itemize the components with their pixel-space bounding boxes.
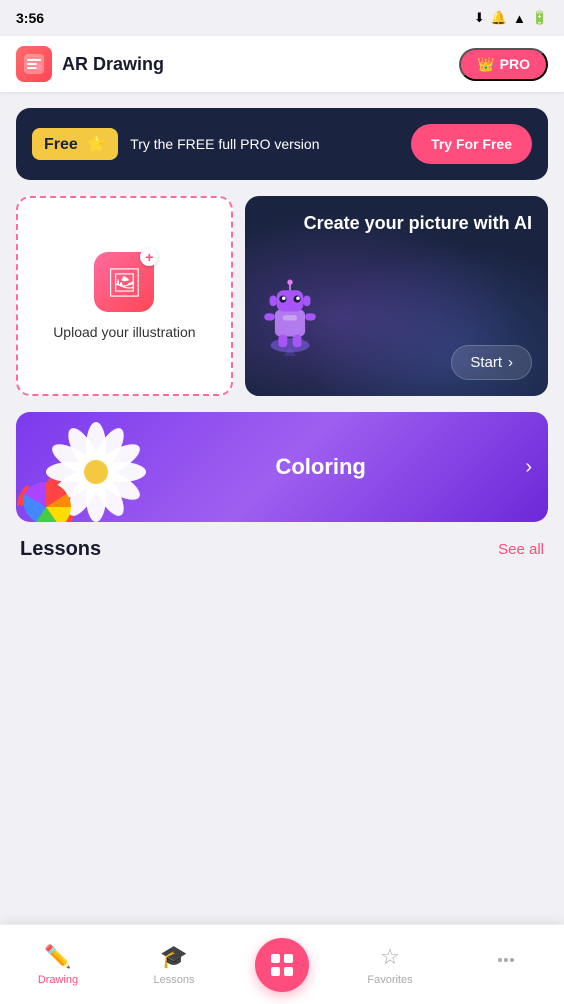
coloring-label: Coloring (116, 454, 525, 480)
nav-item-lessons[interactable]: 🎓 Lessons (139, 944, 209, 986)
bottom-nav: ✏️ Drawing 🎓 Lessons ☆ Favorites (0, 924, 564, 1004)
free-banner-text: Try the FREE full PRO version (130, 136, 399, 152)
main-content: Free ⭐ Try the FREE full PRO version Try… (0, 92, 564, 589)
ai-card-bottom: Start › (261, 345, 532, 380)
more-icon (495, 949, 517, 977)
crown-icon: 👑 (477, 56, 494, 73)
ai-robot (255, 276, 325, 356)
free-banner[interactable]: Free ⭐ Try the FREE full PRO version Try… (16, 108, 548, 180)
nav-item-drawing[interactable]: ✏️ Drawing (23, 944, 93, 986)
pro-button[interactable]: 👑 PRO (459, 48, 548, 81)
lessons-title: Lessons (20, 538, 101, 561)
nav-label-favorites: Favorites (367, 974, 412, 986)
status-icons: ⬇ 🔔 ▲ 🔋 (474, 10, 548, 26)
app-icon (16, 46, 52, 82)
ai-card[interactable]: Create your picture with AI Start › (245, 196, 548, 396)
nav-item-favorites[interactable]: ☆ Favorites (355, 944, 425, 986)
see-all-link[interactable]: See all (498, 541, 544, 558)
status-time: 3:56 (16, 10, 44, 26)
cards-row: 🖼 + Upload your illustration (16, 196, 548, 396)
arrow-right-icon: › (508, 354, 513, 371)
top-bar: AR Drawing 👑 PRO (0, 36, 564, 92)
try-free-button[interactable]: Try For Free (411, 124, 532, 164)
coloring-flower (16, 412, 176, 522)
nav-label-drawing: Drawing (38, 974, 78, 986)
upload-card[interactable]: 🖼 + Upload your illustration (16, 196, 233, 396)
ticket-star-icon: ⭐ (86, 136, 106, 153)
start-button[interactable]: Start › (451, 345, 532, 380)
pencil-icon: ✏️ (44, 944, 71, 970)
nav-item-more[interactable] (471, 949, 541, 981)
app-title: AR Drawing (62, 54, 164, 75)
lessons-nav-icon: 🎓 (160, 944, 187, 970)
plus-badge: + (140, 248, 158, 266)
upload-icon-wrap: 🖼 + (94, 252, 154, 312)
ai-title: Create your picture with AI (261, 212, 532, 235)
grid-icon (269, 952, 295, 978)
coloring-banner[interactable]: Coloring › (16, 412, 548, 522)
notification-icon: 🔔 (491, 10, 507, 26)
lessons-section: Lessons See all (16, 538, 548, 573)
ai-card-top: Create your picture with AI (261, 212, 532, 235)
nav-center-button[interactable] (255, 938, 309, 992)
battery-icon: 🔋 (532, 10, 548, 26)
free-ticket: Free ⭐ (32, 128, 118, 160)
wifi-icon: ▲ (513, 11, 526, 26)
star-icon: ☆ (380, 944, 400, 970)
top-bar-left: AR Drawing (16, 46, 164, 82)
nav-label-lessons: Lessons (154, 974, 195, 986)
lessons-header: Lessons See all (20, 538, 544, 561)
photo-icon: 🖼 (107, 266, 143, 299)
status-bar: 3:56 ⬇ 🔔 ▲ 🔋 (0, 0, 564, 36)
download-icon: ⬇ (474, 10, 485, 26)
upload-label: Upload your illustration (53, 324, 195, 340)
coloring-arrow-icon: › (525, 456, 532, 479)
